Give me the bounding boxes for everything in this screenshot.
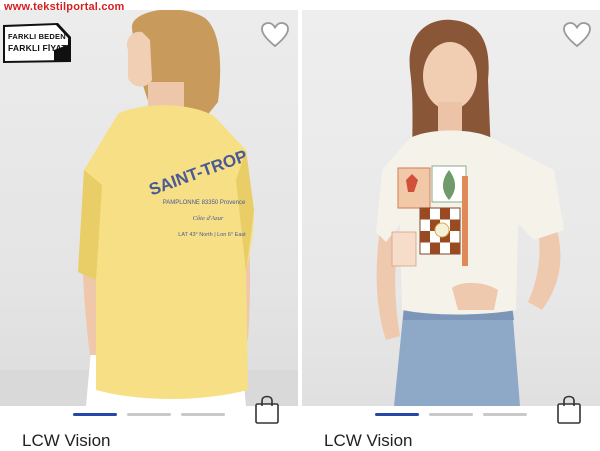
carousel-dot-3[interactable] <box>181 413 225 416</box>
product-shirt <box>78 105 254 399</box>
different-size-different-price-badge: FARKLI BEDEN FARKLI FİYAT <box>2 22 72 64</box>
product-card-1[interactable]: SAINT-TROP PAMPLONNE 83350 Provence Côte… <box>0 0 298 450</box>
add-to-bag-icon[interactable] <box>556 395 582 425</box>
badge-line-2: FARKLI FİYAT <box>8 43 67 53</box>
favorite-heart-icon[interactable] <box>562 20 592 48</box>
product-image[interactable] <box>302 10 600 406</box>
carousel-dot-1[interactable] <box>73 413 117 416</box>
product-image[interactable]: SAINT-TROP PAMPLONNE 83350 Provence Côte… <box>0 10 298 406</box>
carousel-dot-3[interactable] <box>483 413 527 416</box>
badge-line-1: FARKLI BEDEN <box>8 32 66 41</box>
site-watermark: www.tekstilportal.com <box>4 1 125 13</box>
image-carousel-indicator <box>0 413 298 417</box>
product-brand[interactable]: LCW Vision <box>22 431 111 451</box>
product-brand[interactable]: LCW Vision <box>324 431 413 451</box>
carousel-dot-2[interactable] <box>429 413 473 416</box>
print-line-3: LAT 43° North | Lon 6° East <box>178 232 246 238</box>
product-card-2[interactable]: LCW Vision <box>302 0 600 450</box>
carousel-dot-1[interactable] <box>375 413 419 416</box>
print-line-1: PAMPLONNE 83350 Provence <box>163 200 246 206</box>
carousel-dot-2[interactable] <box>127 413 171 416</box>
add-to-bag-icon[interactable] <box>254 395 280 425</box>
favorite-heart-icon[interactable] <box>260 20 290 48</box>
print-line-2: Côte d'Azur <box>193 215 224 222</box>
image-carousel-indicator <box>302 413 600 417</box>
